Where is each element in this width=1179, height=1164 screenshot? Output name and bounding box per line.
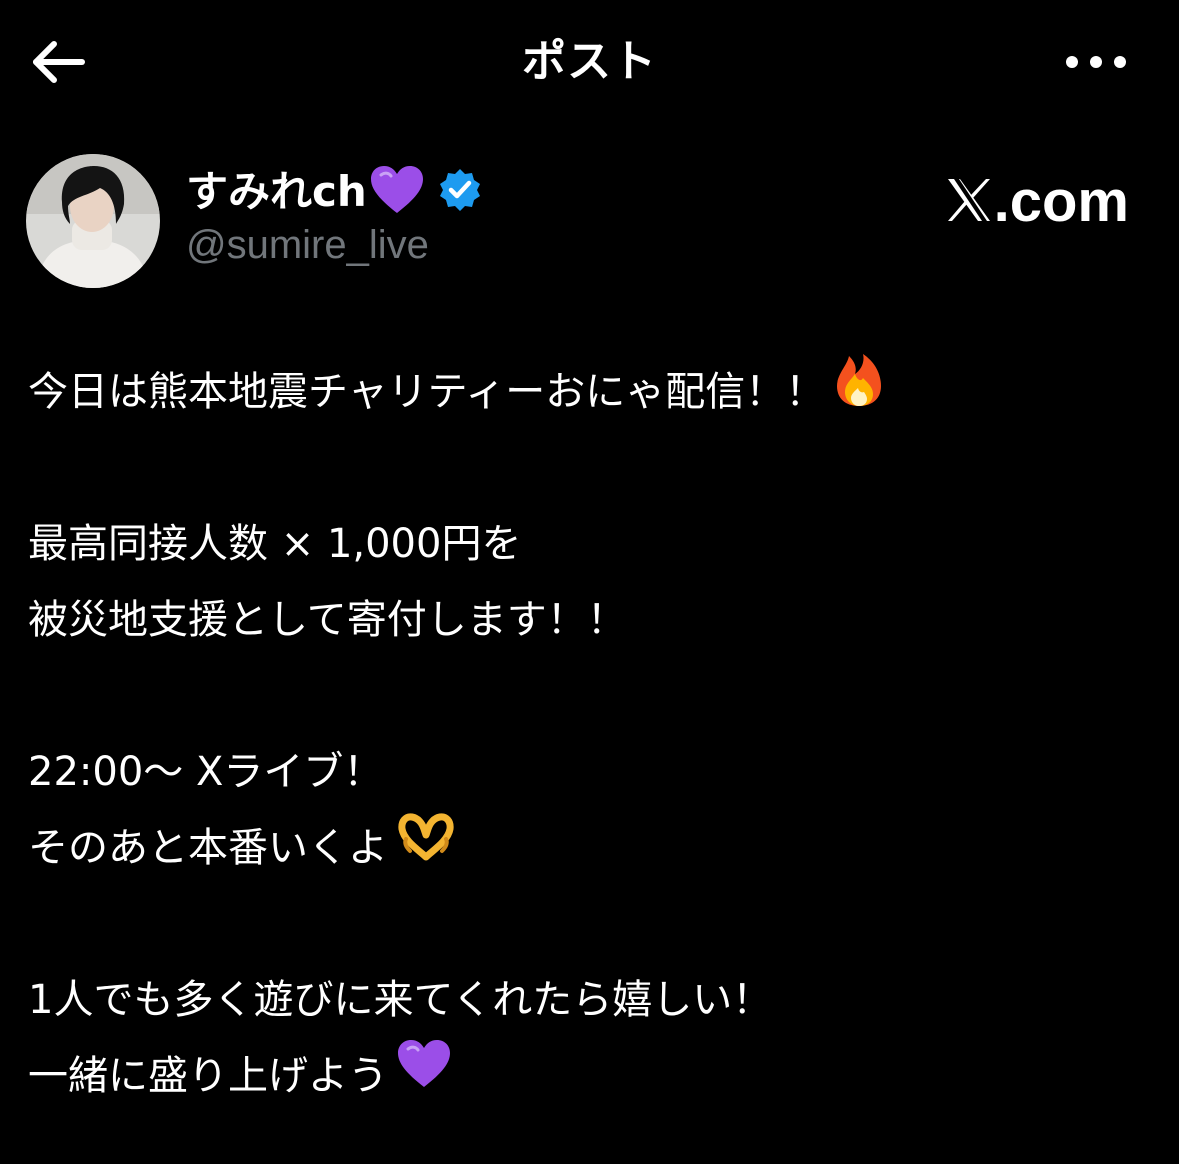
more-horizontal-icon: [1066, 56, 1126, 68]
post-line: 被災地支援として寄付します！！: [28, 582, 1148, 658]
top-bar: ポスト: [0, 0, 1179, 124]
post-line: 1人でも多く遊びに来てくれたら嬉しい！: [28, 962, 1148, 1038]
verified-badge-icon: [437, 167, 483, 217]
post-line-text: そのあと本番いくよ: [28, 825, 388, 871]
post-line: そのあと本番いくよ: [28, 810, 1148, 886]
purple-heart-icon: [396, 1038, 452, 1114]
more-options-button[interactable]: [1060, 40, 1132, 84]
post-line-text: 被災地支援として寄付します！！: [28, 597, 627, 643]
post-line-text: 一緒に盛り上げよう: [28, 1053, 388, 1099]
author-header: すみれch @sumire_live .com: [0, 148, 1179, 288]
post-line: 今日は熊本地震チャリティーおにゃ配信！！: [28, 352, 1148, 433]
post-line-text: 今日は熊本地震チャリティーおにゃ配信！！: [28, 369, 826, 415]
author-handle[interactable]: @sumire_live: [186, 220, 429, 270]
x-com-watermark: .com: [946, 166, 1129, 238]
avatar[interactable]: [26, 154, 160, 288]
post-line-text: 最高同接人数 × 1,000円を: [28, 521, 522, 567]
post-line: 一緒に盛り上げよう: [28, 1038, 1148, 1114]
fire-icon: [833, 352, 885, 433]
post-text: 今日は熊本地震チャリティーおにゃ配信！！ 最高同接人数 × 1,000円を 被災…: [28, 352, 1148, 1114]
post-line-text: 22:00〜 Xライブ！: [28, 749, 384, 795]
purple-heart-icon: [369, 165, 425, 219]
page-title: ポスト: [522, 36, 657, 87]
heart-hands-icon: [396, 810, 456, 886]
author-name-row[interactable]: すみれch: [186, 162, 483, 222]
post-line: 22:00〜 Xライブ！: [28, 734, 1148, 810]
avatar-image: [26, 154, 160, 288]
post-line: 最高同接人数 × 1,000円を: [28, 506, 1148, 582]
x-logo-icon: [946, 177, 992, 227]
post-line-text: 1人でも多く遊びに来てくれたら嬉しい！: [28, 977, 773, 1023]
watermark-text: .com: [993, 169, 1129, 234]
author-display-name: すみれch: [186, 167, 367, 216]
